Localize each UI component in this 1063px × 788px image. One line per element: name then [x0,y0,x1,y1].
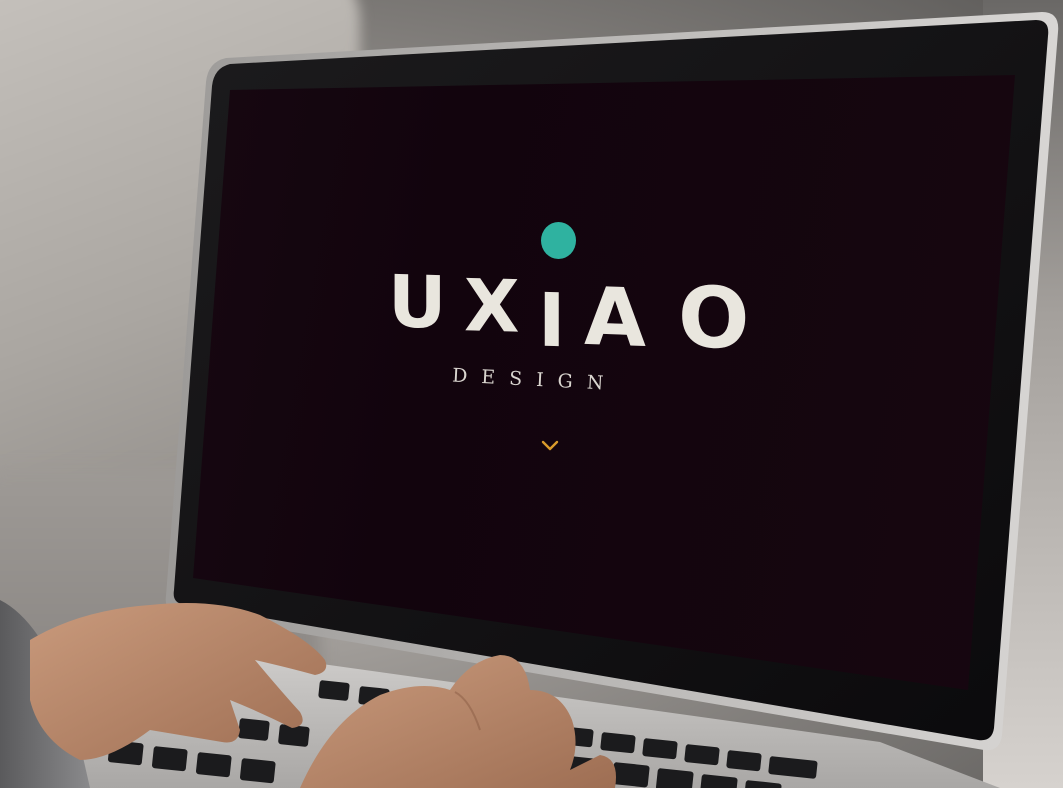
brand-letter: I [538,277,566,365]
photo-scene: U X I A O DESIGN [0,0,1063,788]
brand-letter: X [464,263,520,349]
brand-letter: O [678,267,750,369]
chevron-down-icon[interactable] [541,440,559,452]
brand-wordmark[interactable]: U X I A O [386,258,756,369]
brand-letter: A [584,269,646,366]
brand-subtitle: DESIGN [451,364,618,396]
brand-letter: U [388,259,447,345]
logo-dot [541,222,576,259]
